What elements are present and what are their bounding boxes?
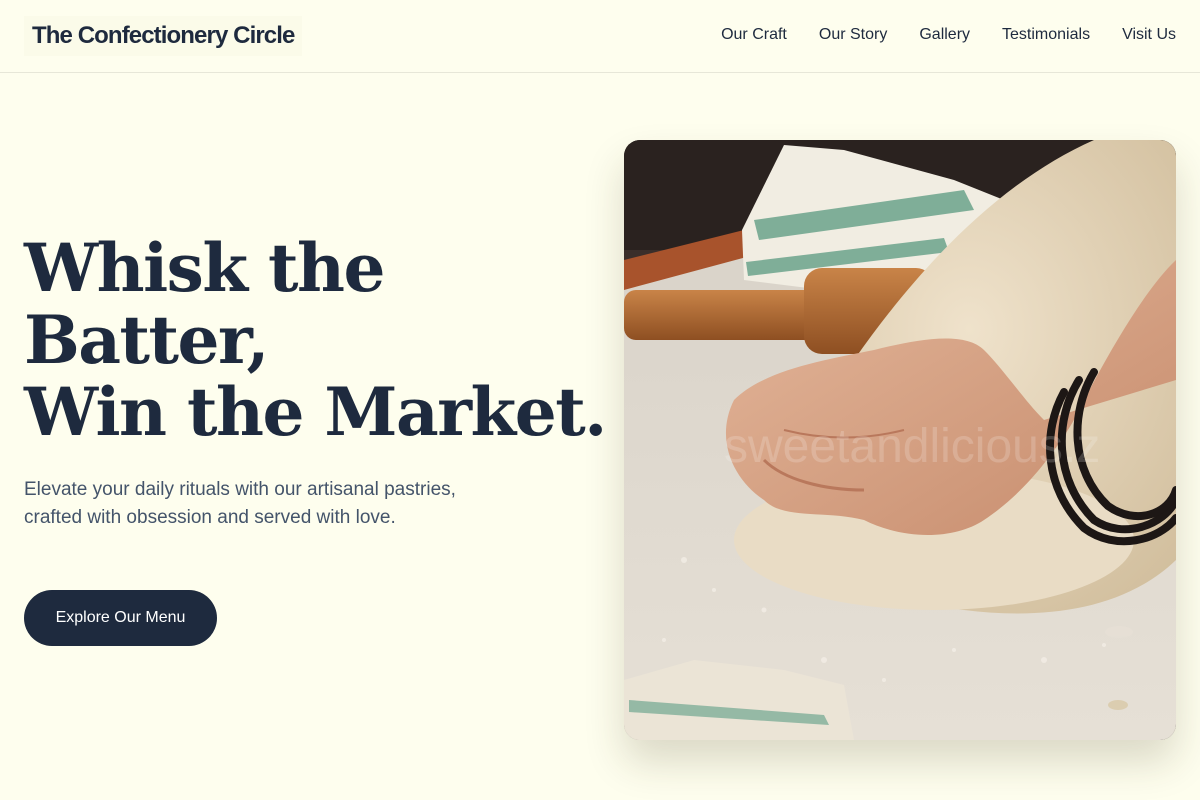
nav-link-gallery[interactable]: Gallery — [919, 26, 970, 44]
photo-watermark: sweetandlicious.z — [724, 420, 1100, 473]
brand-logo[interactable]: The Confectionery Circle — [24, 16, 303, 56]
hero-title-line-2: Batter, — [24, 301, 269, 379]
hero-title-line-3: Win the Market. — [24, 373, 607, 451]
nav-link-our-craft[interactable]: Our Craft — [721, 26, 787, 44]
nav-link-visit-us[interactable]: Visit Us — [1122, 26, 1176, 44]
hero-photo: sweetandlicious.z — [624, 140, 1176, 740]
hero-subtitle: Elevate your daily rituals with our arti… — [24, 479, 456, 528]
nav-link-testimonials[interactable]: Testimonials — [1002, 26, 1090, 44]
hero-title: Whisk the Batter, Win the Market. — [24, 229, 607, 451]
hero-title-line-1: Whisk the — [24, 229, 386, 307]
site-header: The Confectionery Circle Our Craft Our S… — [0, 0, 1200, 73]
nav-link-our-story[interactable]: Our Story — [819, 26, 887, 44]
main-nav: Our Craft Our Story Gallery Testimonials… — [721, 24, 1176, 46]
explore-menu-button[interactable]: Explore Our Menu — [24, 590, 217, 646]
dough-kneading-illustration: sweetandlicious.z — [624, 140, 1176, 740]
